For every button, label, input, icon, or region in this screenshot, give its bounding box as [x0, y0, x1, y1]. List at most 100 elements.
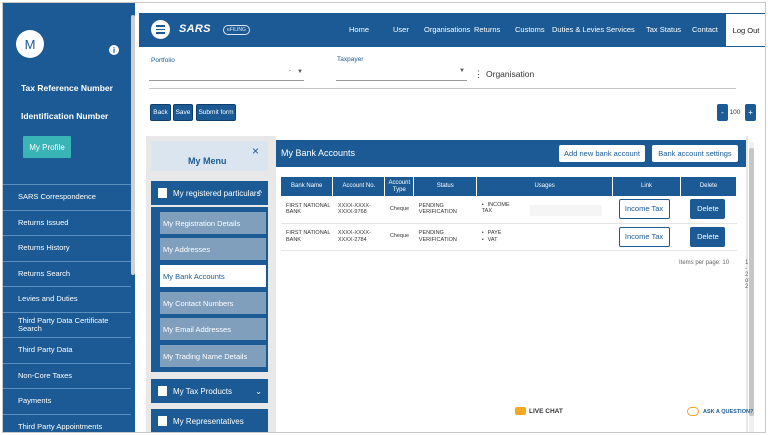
sidebar-item-sars-correspondence[interactable]: SARS Correspondence — [3, 184, 131, 210]
income-tax-link-button[interactable]: Income Tax — [618, 226, 670, 247]
sidebar-item-payments[interactable]: Payments — [3, 388, 131, 414]
logout-button[interactable]: Log Out — [725, 13, 765, 47]
sidebar-item-returns-history[interactable]: Returns History — [3, 235, 131, 261]
table-row: FIRST NATIONAL BANK XXXX-XXXX-XXXX-9768 … — [281, 196, 737, 224]
section-registered-particulars-label: My registered particulars — [173, 188, 261, 198]
identification-label: Identification Number — [21, 111, 109, 121]
usage-item: INCOME TAX — [482, 202, 518, 214]
bank-accounts-panel: My Bank Accounts Add new bank account Ba… — [276, 136, 750, 432]
content-area: My Menu × My registered particulars ^ My… — [146, 136, 750, 432]
main-scrollbar[interactable] — [749, 142, 754, 432]
table-row: FIRST NATIONAL BANK XXXX-XXXX-XXXX-2784 … — [281, 223, 737, 251]
sidebar-item-third-party-data[interactable]: Third Party Data — [3, 337, 131, 363]
ask-question-button[interactable]: ASK A QUESTION? — [687, 407, 753, 416]
usages-cell: PAYE VAT — [476, 223, 613, 251]
nav-home[interactable]: Home — [349, 25, 369, 34]
submenu-registration-details[interactable]: My Registration Details — [160, 212, 266, 234]
submenu-contact-numbers[interactable]: My Contact Numbers — [160, 292, 266, 314]
organisation-label: Organisation — [486, 69, 535, 79]
submit-form-button[interactable]: Submit form — [196, 104, 236, 121]
portfolio-chevron-down-icon[interactable]: ▼ — [297, 69, 303, 75]
bank-account-settings-button[interactable]: Bank account settings — [652, 145, 738, 162]
sidebar-item-levies-and-duties[interactable]: Levies and Duties — [3, 286, 131, 312]
sars-logo: SARS — [179, 23, 211, 35]
add-bank-account-button[interactable]: Add new bank account — [559, 145, 645, 162]
nav-duties-levies[interactable]: Duties & Levies — [552, 25, 604, 34]
status-cell: PENDING VERIFICATION — [413, 196, 477, 224]
delete-button[interactable]: Delete — [690, 199, 726, 220]
redacted-field — [529, 205, 602, 217]
items-per-page-value[interactable]: 10 — [722, 260, 729, 266]
zoom-in-button[interactable]: + — [745, 104, 756, 121]
sidebar-item-non-core-taxes[interactable]: Non-Core Taxes — [3, 362, 131, 389]
sidebar-item-returns-issued[interactable]: Returns Issued — [3, 209, 131, 236]
section-representatives-label: My Representatives — [173, 416, 244, 426]
nav-customs[interactable]: Customs — [515, 25, 545, 34]
submenu-bank-accounts[interactable]: My Bank Accounts — [160, 265, 266, 287]
live-chat-button[interactable]: LIVE CHAT — [515, 407, 563, 415]
sidebar-item-returns-search[interactable]: Returns Search — [3, 260, 131, 287]
zoom-level: 100 — [729, 109, 741, 116]
submenu-addresses[interactable]: My Addresses — [160, 238, 266, 260]
speech-bubble-icon — [687, 407, 699, 416]
taxpayer-label: Taxpayer — [337, 56, 364, 63]
sidebar-item-third-party-data-certificate-search[interactable]: Third Party Data Certificate Search — [3, 311, 131, 338]
delete-button[interactable]: Delete — [690, 226, 726, 247]
account-type-cell: Cheque — [384, 196, 414, 224]
scrollbar-thumb[interactable] — [749, 148, 754, 416]
chat-icon — [515, 407, 526, 415]
account-no-cell: XXXX-XXXX-XXXX-9768 — [332, 196, 385, 224]
submenu-trading-name-details[interactable]: My Trading Name Details — [160, 345, 266, 367]
kebab-menu-icon[interactable]: ⋮ — [474, 69, 483, 80]
sidebar-nav: SARS Correspondence Returns Issued Retur… — [3, 184, 131, 433]
section-representatives[interactable]: My Representatives — [151, 409, 268, 432]
info-icon[interactable]: i — [109, 45, 119, 55]
nav-services[interactable]: Services — [606, 25, 635, 34]
col-status: Status — [413, 177, 478, 196]
bank-name-cell: FIRST NATIONAL BANK — [281, 223, 333, 251]
usages-cell: INCOME TAX — [476, 196, 613, 224]
section-tax-products[interactable]: My Tax Products ⌄ — [151, 379, 268, 403]
status-cell: PENDING VERIFICATION — [413, 223, 477, 251]
taxpayer-dropdown[interactable] — [336, 80, 467, 81]
col-bank-name: Bank Name — [281, 177, 334, 196]
close-icon[interactable]: × — [252, 144, 259, 158]
efiling-logo: eFILING — [223, 25, 250, 35]
save-button[interactable]: Save — [173, 104, 193, 121]
portfolio-dropdown[interactable] — [149, 80, 304, 81]
income-tax-link-button[interactable]: Income Tax — [618, 199, 670, 220]
ask-question-label: ASK A QUESTION? — [703, 408, 754, 415]
back-button[interactable]: Back — [150, 104, 171, 121]
bank-accounts-title: My Bank Accounts — [281, 148, 356, 158]
account-type-cell: Cheque — [384, 223, 414, 251]
sidebar-item-third-party-appointments[interactable]: Third Party Appointments — [3, 413, 131, 433]
nav-tax-status[interactable]: Tax Status — [646, 25, 681, 34]
col-delete: Delete — [680, 177, 738, 196]
submenu-email-addresses[interactable]: My Email Addresses — [160, 318, 266, 340]
portfolio-value[interactable]: - — [289, 68, 291, 74]
bank-name-cell: FIRST NATIONAL BANK — [281, 196, 333, 224]
divider — [149, 88, 736, 89]
items-per-page[interactable]: Items per page: 10 — [679, 260, 729, 266]
live-chat-label: LIVE CHAT — [529, 407, 563, 415]
nav-returns[interactable]: Returns — [474, 25, 500, 34]
app-window: M i Tax Reference Number Identification … — [2, 2, 766, 433]
col-account-no: Account No. — [332, 177, 386, 196]
nav-organisations[interactable]: Organisations — [424, 25, 470, 34]
my-profile-button[interactable]: My Profile — [23, 136, 71, 158]
hamburger-menu-icon[interactable] — [151, 20, 170, 39]
folder-icon — [158, 386, 167, 396]
col-usages: Usages — [476, 177, 614, 196]
nav-user[interactable]: User — [393, 25, 409, 34]
avatar[interactable]: M — [16, 30, 44, 58]
left-sidebar: M i Tax Reference Number Identification … — [3, 3, 135, 433]
top-nav: SARS eFILING Home User Organisations Ret… — [139, 13, 765, 47]
nav-contact[interactable]: Contact — [692, 25, 718, 34]
chevron-up-icon: ^ — [258, 188, 262, 198]
tax-reference-label: Tax Reference Number — [21, 83, 113, 93]
taxpayer-chevron-down-icon[interactable]: ▼ — [459, 68, 465, 74]
section-registered-particulars[interactable]: My registered particulars ^ — [151, 181, 268, 205]
sidebar-scrollbar[interactable] — [131, 15, 135, 275]
people-icon — [158, 416, 167, 426]
account-no-cell: XXXX-XXXX-XXXX-2784 — [332, 223, 385, 251]
